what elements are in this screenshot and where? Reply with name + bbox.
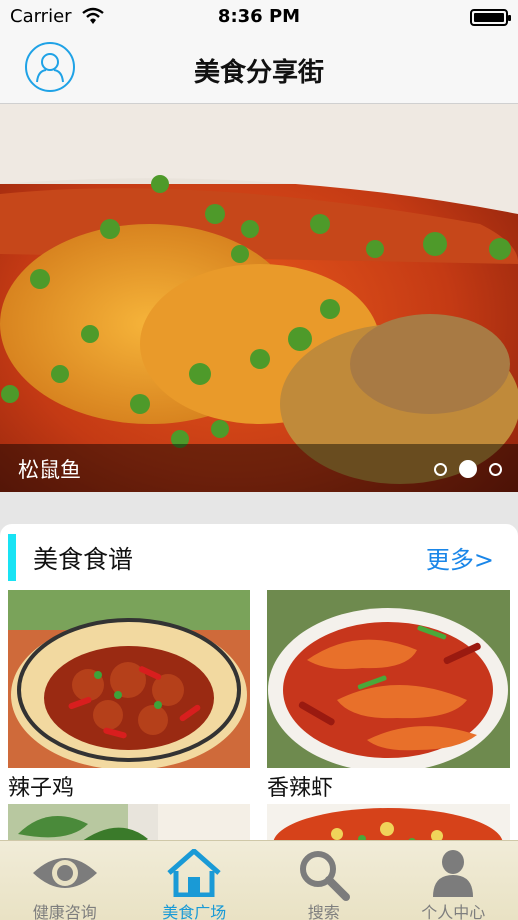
page-dot[interactable] xyxy=(489,462,502,476)
tab-health-consult[interactable]: 健康咨询 xyxy=(0,841,130,920)
dish-image-spicy-chicken xyxy=(8,590,250,768)
person-icon xyxy=(433,850,474,897)
dish-card[interactable] xyxy=(8,590,250,768)
nav-bar: 美食分享街 xyxy=(0,34,518,104)
tab-label: 美食广场 xyxy=(162,903,227,920)
tab-label: 搜索 xyxy=(307,903,340,920)
tab-profile[interactable]: 个人中心 xyxy=(389,841,518,920)
banner-image xyxy=(0,104,518,492)
search-icon xyxy=(299,851,350,901)
tab-label: 健康咨询 xyxy=(32,903,97,920)
dish-image-spicy-shrimp xyxy=(267,590,510,768)
more-link[interactable]: 更多> xyxy=(426,540,494,575)
dish-name[interactable]: 香辣虾 xyxy=(267,770,333,802)
page-dot[interactable] xyxy=(434,462,447,476)
section-accent-bar xyxy=(8,534,16,581)
dish-name[interactable]: 辣子鸡 xyxy=(8,770,74,802)
eye-icon xyxy=(32,858,97,888)
clock: 8:36 PM xyxy=(217,6,301,27)
tab-search[interactable]: 搜索 xyxy=(259,841,389,920)
tab-label: 个人中心 xyxy=(421,903,486,920)
dish-card[interactable] xyxy=(267,590,510,768)
recipe-section: 美食食谱 更多> 辣子鸡 香辣虾 xyxy=(0,524,518,854)
page-dot-active[interactable] xyxy=(459,460,477,478)
tab-bar: 健康咨询 美食广场 搜索 个人中心 xyxy=(0,840,518,920)
home-icon xyxy=(167,849,221,897)
battery-icon xyxy=(470,9,511,26)
tab-food-plaza[interactable]: 美食广场 xyxy=(130,841,260,920)
page-title: 美食分享街 xyxy=(193,58,324,88)
banner-caption: 松鼠鱼 xyxy=(18,458,81,482)
page-indicator[interactable] xyxy=(434,460,502,478)
status-bar: Carrier 8:36 PM xyxy=(0,0,518,34)
section-title: 美食食谱 xyxy=(33,545,134,574)
banner-caption-bar: 松鼠鱼 xyxy=(0,444,518,492)
banner-carousel[interactable]: 松鼠鱼 xyxy=(0,104,518,492)
